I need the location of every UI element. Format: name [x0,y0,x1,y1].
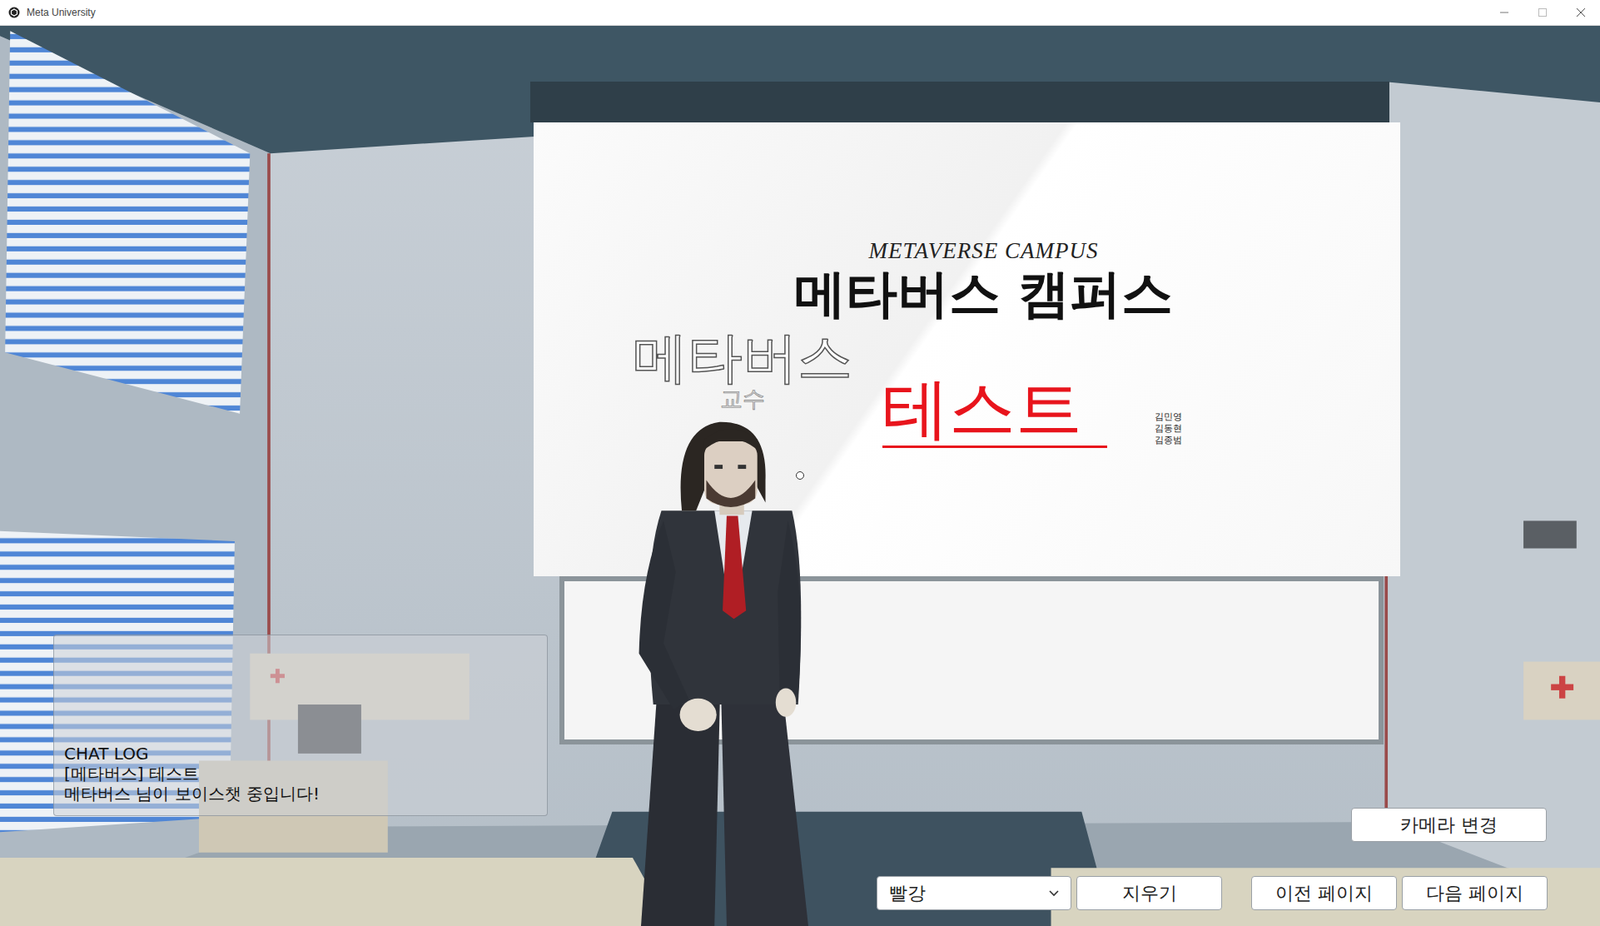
window-blinds [4,30,250,414]
member-list: 김민영김동현김종범 [1154,411,1183,446]
wall-box [1523,520,1577,548]
avatar-name: 메타버스 [632,328,853,387]
wall-cabinet [1523,661,1600,721]
classroom-scene: METAVERSE CAMPUS메타버스 캠퍼스테스트김민영김동현김종범메타버스… [0,25,1600,926]
chat-message: [메타버스] 테스트 [64,763,537,784]
title-bar: Meta University [0,0,1600,26]
pen-annotation: 테스트 [882,372,1108,448]
camera-change-button[interactable]: 카메라 변경 [1351,807,1547,842]
minimize-icon [1500,8,1509,17]
right-wall [1387,81,1600,904]
projector-housing [530,81,1390,123]
slide-heading: METAVERSE CAMPUS메타버스 캠퍼스 [533,122,1401,323]
select-value: 빨강 [889,880,926,906]
member-name: 김민영 [1154,411,1183,423]
maximize-icon [1538,8,1547,17]
chat-title: CHAT LOG [64,743,537,764]
member-name: 김동현 [1154,422,1183,435]
maximize-button[interactable] [1523,0,1562,25]
avatar-nameplate: 메타버스교수 [632,328,853,412]
avatar-role: 교수 [720,386,766,412]
desk [0,857,659,926]
professor-avatar[interactable] [632,418,817,926]
pen-color-select[interactable]: 빨강 [876,875,1072,910]
drawing-toolbar: 빨강 지우기 이전 페이지다음 페이지 [876,875,1548,910]
toolbar-button[interactable]: 이전 페이지 [1251,875,1397,910]
window-title: Meta University [26,6,96,19]
toolbar-button[interactable]: 지우기 [1076,875,1223,910]
game-window: Meta University METAVERSE CAMPUS메타버스 캠퍼스테… [0,0,1600,926]
minimize-button[interactable] [1485,0,1524,25]
slide-subtitle: METAVERSE CAMPUS [869,238,1099,264]
close-button[interactable] [1561,0,1600,25]
cross-mark [1559,675,1566,699]
window-controls [1485,0,1600,25]
desk [1051,867,1600,926]
close-icon [1576,8,1586,17]
chevron-down-icon [1048,889,1059,897]
crosshair [795,471,805,480]
toolbar-button[interactable]: 다음 페이지 [1401,875,1548,910]
chat-log-panel: CHAT LOG[메타버스] 테스트메타버스 님이 보이스챗 중입니다! [53,634,548,816]
unity-icon [8,6,20,19]
slide-title: 메타버스 캠퍼스 [794,263,1174,323]
member-name: 김종범 [1154,434,1183,447]
chat-message: 메타버스 님이 보이스챗 중입니다! [64,783,537,804]
back-wall [0,25,1600,926]
